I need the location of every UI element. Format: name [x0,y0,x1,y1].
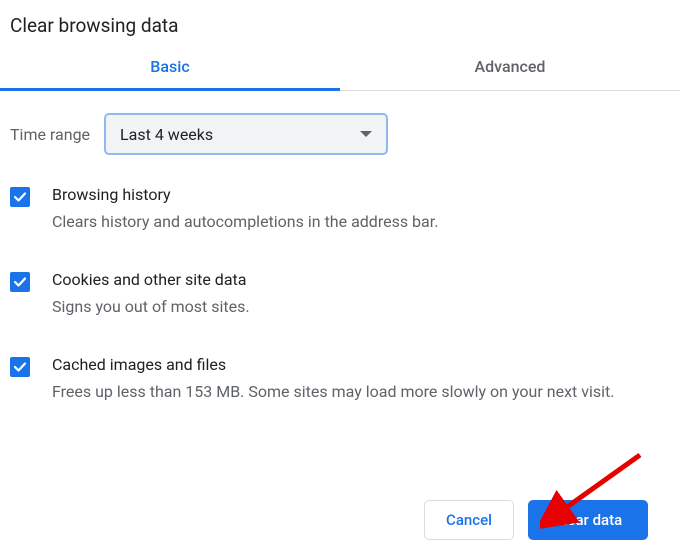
time-range-value: Last 4 weeks [120,125,213,144]
clear-browsing-data-dialog: Clear browsing data Basic Advanced Time … [0,0,680,404]
tabs: Basic Advanced [0,45,680,91]
option-title: Cached images and files [52,355,670,374]
chevron-down-icon [360,131,372,137]
clear-data-button[interactable]: Clear data [528,500,648,540]
option-text: Cookies and other site data Signs you ou… [52,270,670,319]
option-desc: Frees up less than 153 MB. Some sites ma… [52,380,670,404]
option-title: Cookies and other site data [52,270,670,289]
tab-advanced[interactable]: Advanced [340,45,680,90]
option-desc: Signs you out of most sites. [52,295,670,319]
dialog-footer: Cancel Clear data [424,500,648,540]
time-range-label: Time range [10,125,90,144]
time-range-select[interactable]: Last 4 weeks [104,113,388,155]
option-cache: Cached images and files Frees up less th… [10,355,670,404]
checkbox-browsing-history[interactable] [10,187,30,207]
check-icon [13,360,27,374]
tab-basic[interactable]: Basic [0,45,340,90]
option-text: Browsing history Clears history and auto… [52,185,670,234]
option-cookies: Cookies and other site data Signs you ou… [10,270,670,319]
option-browsing-history: Browsing history Clears history and auto… [10,185,670,234]
options-list: Browsing history Clears history and auto… [0,165,680,404]
check-icon [13,275,27,289]
dialog-title: Clear browsing data [0,0,680,45]
time-range-row: Time range Last 4 weeks [0,91,680,165]
option-desc: Clears history and autocompletions in th… [52,210,670,234]
checkbox-cache[interactable] [10,357,30,377]
cancel-button[interactable]: Cancel [424,500,514,540]
check-icon [13,190,27,204]
option-title: Browsing history [52,185,670,204]
option-text: Cached images and files Frees up less th… [52,355,670,404]
checkbox-cookies[interactable] [10,272,30,292]
